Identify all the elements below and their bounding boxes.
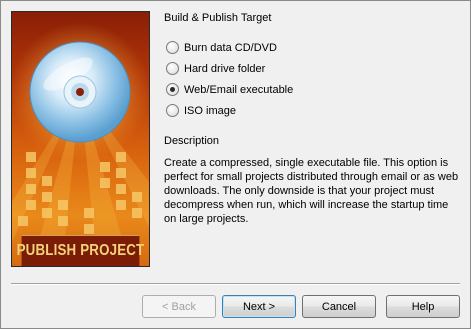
option-label: Burn data CD/DVD — [184, 41, 277, 54]
radio-button-selected[interactable] — [166, 83, 179, 96]
banner-caption: PUBLISH PROJECT — [17, 235, 144, 266]
description-title: Description — [164, 135, 220, 147]
help-button[interactable]: Help — [386, 295, 460, 318]
description-text: Create a compressed, single executable f… — [164, 157, 459, 225]
option-label: ISO image — [184, 104, 236, 117]
publish-banner-image: PUBLISH PROJECT — [11, 11, 150, 267]
cancel-button[interactable]: Cancel — [302, 295, 376, 318]
radio-button[interactable] — [166, 41, 179, 54]
radio-button[interactable] — [166, 62, 179, 75]
option-web-email-executable[interactable]: Web/Email executable — [166, 79, 293, 100]
radio-button[interactable] — [166, 104, 179, 117]
option-hard-drive-folder[interactable]: Hard drive folder — [166, 58, 293, 79]
dialog-window: PUBLISH PROJECT Build & Publish Target B… — [0, 0, 471, 329]
option-label: Web/Email executable — [184, 83, 294, 96]
option-iso-image[interactable]: ISO image — [166, 100, 293, 121]
next-button[interactable]: Next > — [222, 295, 296, 318]
back-button[interactable]: < Back — [142, 295, 216, 318]
option-label: Hard drive folder — [184, 62, 266, 75]
build-target-title: Build & Publish Target — [164, 12, 272, 24]
target-options-group: Burn data CD/DVD Hard drive folder Web/E… — [166, 37, 293, 121]
disc-illustration — [12, 22, 149, 266]
separator-line — [11, 283, 460, 285]
option-burn-cd-dvd[interactable]: Burn data CD/DVD — [166, 37, 293, 58]
